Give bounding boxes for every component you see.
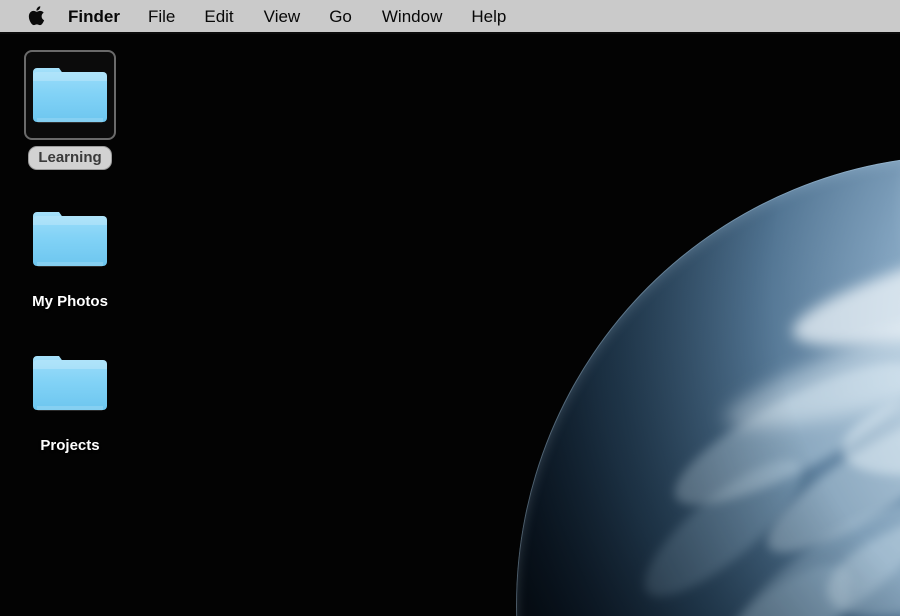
- desktop-icon-label-learning[interactable]: Learning: [28, 146, 111, 170]
- desktop-icon-projects[interactable]: Projects: [2, 338, 138, 458]
- icon-selection-box: [24, 338, 116, 428]
- icon-selection-box: [24, 50, 116, 140]
- menu-item-edit[interactable]: Edit: [204, 8, 233, 25]
- desktop-icon-label-my-photos[interactable]: My Photos: [24, 290, 116, 314]
- desktop-icon-learning[interactable]: Learning: [2, 50, 138, 170]
- menu-item-go[interactable]: Go: [329, 8, 352, 25]
- apple-logo-icon[interactable]: [26, 4, 46, 28]
- desktop-icon-grid: Learning My Photos: [0, 34, 900, 616]
- menu-bar: Finder File Edit View Go Window Help: [0, 0, 900, 34]
- menu-item-finder[interactable]: Finder: [68, 8, 120, 25]
- menu-item-window[interactable]: Window: [382, 8, 442, 25]
- menu-item-view[interactable]: View: [264, 8, 301, 25]
- desktop-screen: Finder File Edit View Go Window Help: [0, 0, 900, 616]
- folder-icon: [31, 64, 109, 126]
- menu-item-file[interactable]: File: [148, 8, 175, 25]
- folder-icon: [31, 352, 109, 414]
- desktop-icon-label-projects[interactable]: Projects: [32, 434, 107, 458]
- menu-item-help[interactable]: Help: [471, 8, 506, 25]
- folder-icon: [31, 208, 109, 270]
- icon-selection-box: [24, 194, 116, 284]
- desktop-icon-my-photos[interactable]: My Photos: [2, 194, 138, 314]
